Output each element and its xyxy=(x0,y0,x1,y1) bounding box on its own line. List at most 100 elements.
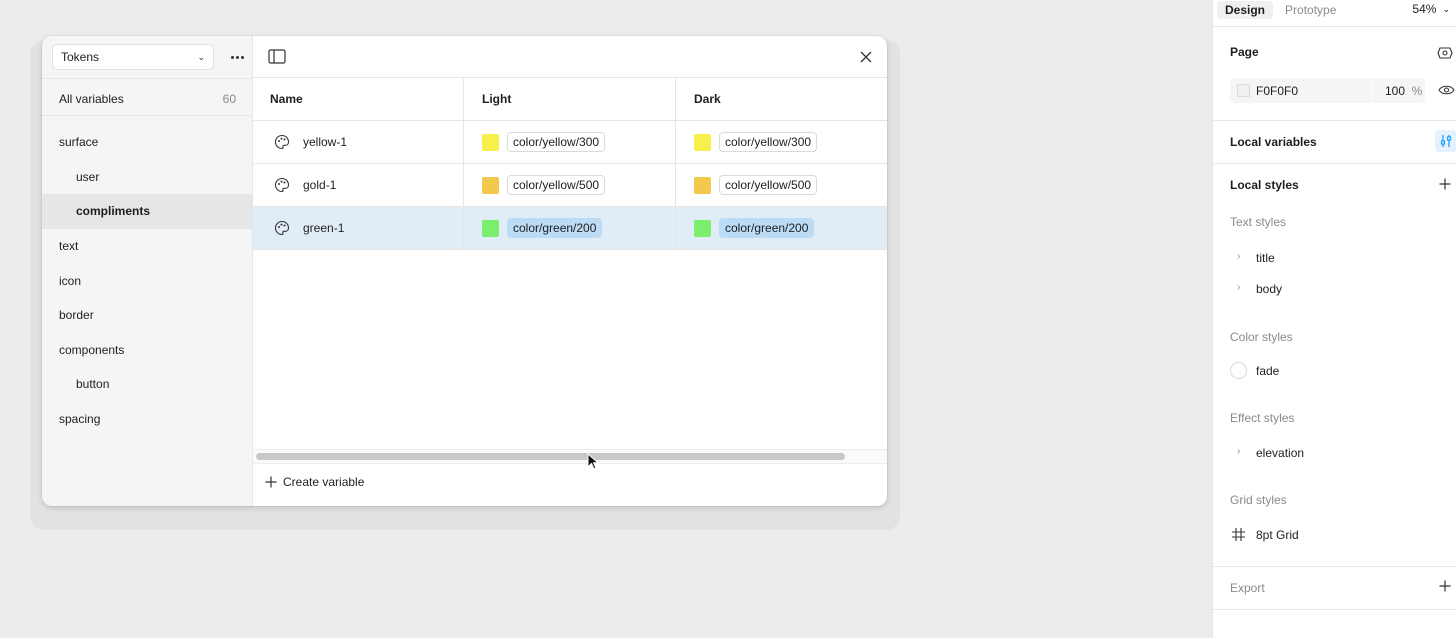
variable-name: gold-1 xyxy=(303,178,337,192)
column-header-name: Name xyxy=(253,78,464,120)
table-row[interactable]: green-1 color/green/200 color/green/200 xyxy=(253,207,887,250)
create-variable-label: Create variable xyxy=(283,475,365,489)
collection-dropdown[interactable]: Tokens ⌄ xyxy=(52,44,214,70)
create-variable-button[interactable]: Create variable xyxy=(265,475,364,489)
chevron-right-icon[interactable]: › xyxy=(1237,251,1240,262)
design-panel: Design Prototype 54% ⌄ Page F0F0F0 100 %… xyxy=(1212,0,1456,638)
divider xyxy=(1213,120,1456,121)
scrollbar-thumb[interactable] xyxy=(256,453,845,460)
collection-sidebar: Tokens ⌄ All variables 60 surface user c… xyxy=(42,36,253,506)
dark-value-cell[interactable]: color/green/200 xyxy=(676,207,887,249)
opacity-unit: % xyxy=(1411,83,1423,98)
divider xyxy=(1213,163,1456,164)
plus-icon xyxy=(265,476,277,488)
add-export-icon[interactable] xyxy=(1439,580,1451,592)
dark-value-cell[interactable]: color/yellow/500 xyxy=(676,164,887,206)
group-item-user[interactable]: user xyxy=(42,160,253,195)
group-item-spacing[interactable]: spacing xyxy=(42,402,253,437)
page-opacity[interactable]: 100 xyxy=(1373,84,1409,98)
variable-name-cell[interactable]: yellow-1 xyxy=(253,121,464,163)
eye-icon[interactable] xyxy=(1438,84,1455,96)
sidebar-toggle-icon[interactable] xyxy=(268,49,286,64)
text-styles-title: Text styles xyxy=(1230,215,1287,229)
table-header: Name Light Dark xyxy=(253,78,887,121)
zoom-control[interactable]: 54% ⌄ xyxy=(1412,2,1450,16)
variable-name-cell[interactable]: gold-1 xyxy=(253,164,464,206)
sliders-icon xyxy=(1440,135,1452,147)
light-token-pill[interactable]: color/yellow/500 xyxy=(507,175,606,195)
column-header-dark: Dark xyxy=(694,92,721,106)
horizontal-scrollbar[interactable] xyxy=(253,449,887,464)
variable-name-cell[interactable]: green-1 xyxy=(253,207,464,249)
variable-name: yellow-1 xyxy=(303,135,348,149)
chevron-down-icon: ⌄ xyxy=(197,51,205,62)
light-color-swatch xyxy=(482,219,499,237)
dark-color-swatch xyxy=(694,176,711,194)
local-variables-title: Local variables xyxy=(1230,135,1317,149)
export-title: Export xyxy=(1230,581,1265,595)
grid-style-8pt[interactable]: 8pt Grid xyxy=(1256,528,1299,542)
divider xyxy=(1213,26,1456,27)
variable-name: green-1 xyxy=(303,221,345,235)
table-row[interactable]: yellow-1 color/yellow/300 color/yellow/300 xyxy=(253,121,887,164)
page-section-title: Page xyxy=(1230,45,1259,59)
collection-dropdown-label: Tokens xyxy=(61,50,100,64)
chevron-down-icon: ⌄ xyxy=(1442,3,1450,14)
palette-icon xyxy=(274,134,290,150)
group-item-text[interactable]: text xyxy=(42,229,253,264)
effect-style-elevation[interactable]: elevation xyxy=(1256,446,1304,460)
dark-value-cell[interactable]: color/yellow/300 xyxy=(676,121,887,163)
grid-styles-title: Grid styles xyxy=(1230,493,1287,507)
variables-settings-button[interactable] xyxy=(1435,130,1456,152)
table-toolbar xyxy=(253,36,887,78)
text-style-body[interactable]: body xyxy=(1256,282,1282,296)
text-style-title[interactable]: title xyxy=(1256,251,1275,265)
dark-color-swatch xyxy=(694,219,711,237)
group-item-border[interactable]: border xyxy=(42,298,253,333)
palette-icon xyxy=(274,220,290,236)
divider xyxy=(1213,609,1456,610)
variables-table-area: Name Light Dark yellow-1 color/yellow/300… xyxy=(253,36,887,506)
local-styles-title: Local styles xyxy=(1230,178,1299,192)
add-style-icon[interactable] xyxy=(1439,178,1451,190)
group-item-surface[interactable]: surface xyxy=(42,125,253,160)
divider xyxy=(1213,566,1456,567)
grid-icon xyxy=(1232,528,1245,541)
library-icon[interactable] xyxy=(1437,46,1453,60)
page-color-swatch[interactable] xyxy=(1237,84,1250,97)
light-value-cell[interactable]: color/yellow/500 xyxy=(464,164,676,206)
light-color-swatch xyxy=(482,133,499,151)
group-item-icon[interactable]: icon xyxy=(42,263,253,298)
variables-modal: Tokens ⌄ All variables 60 surface user c… xyxy=(42,36,887,506)
chevron-right-icon[interactable]: › xyxy=(1237,446,1240,457)
tab-design[interactable]: Design xyxy=(1217,1,1274,19)
group-item-compliments[interactable]: compliments xyxy=(42,194,253,229)
all-variables-label: All variables xyxy=(59,91,124,106)
color-styles-title: Color styles xyxy=(1230,330,1293,344)
mouse-cursor-icon xyxy=(587,453,599,470)
palette-icon xyxy=(274,177,290,193)
dark-color-swatch xyxy=(694,133,711,151)
more-options-icon[interactable] xyxy=(226,46,248,68)
zoom-level: 54% xyxy=(1412,2,1437,16)
light-value-cell[interactable]: color/yellow/300 xyxy=(464,121,676,163)
table-row[interactable]: gold-1 color/yellow/500 color/yellow/500 xyxy=(253,164,887,207)
page-color-field[interactable]: F0F0F0 100 % xyxy=(1230,78,1425,103)
close-icon[interactable] xyxy=(858,49,874,65)
chevron-right-icon[interactable]: › xyxy=(1237,282,1240,293)
color-style-fade[interactable]: fade xyxy=(1256,364,1279,378)
dark-token-pill[interactable]: color/yellow/500 xyxy=(719,175,818,195)
page-color-hex[interactable]: F0F0F0 xyxy=(1256,84,1372,98)
light-token-pill[interactable]: color/green/200 xyxy=(507,218,603,238)
group-item-components[interactable]: components xyxy=(42,333,253,368)
tab-prototype[interactable]: Prototype xyxy=(1277,1,1344,19)
light-token-pill[interactable]: color/yellow/300 xyxy=(507,132,606,152)
dark-token-pill[interactable]: color/green/200 xyxy=(719,218,815,238)
light-value-cell[interactable]: color/green/200 xyxy=(464,207,676,249)
column-header-light: Light xyxy=(464,78,676,120)
effect-styles-title: Effect styles xyxy=(1230,411,1295,425)
group-item-button[interactable]: button xyxy=(42,367,253,402)
dark-token-pill[interactable]: color/yellow/300 xyxy=(719,132,818,152)
all-variables-item[interactable]: All variables 60 xyxy=(42,82,253,116)
divider xyxy=(42,78,253,79)
